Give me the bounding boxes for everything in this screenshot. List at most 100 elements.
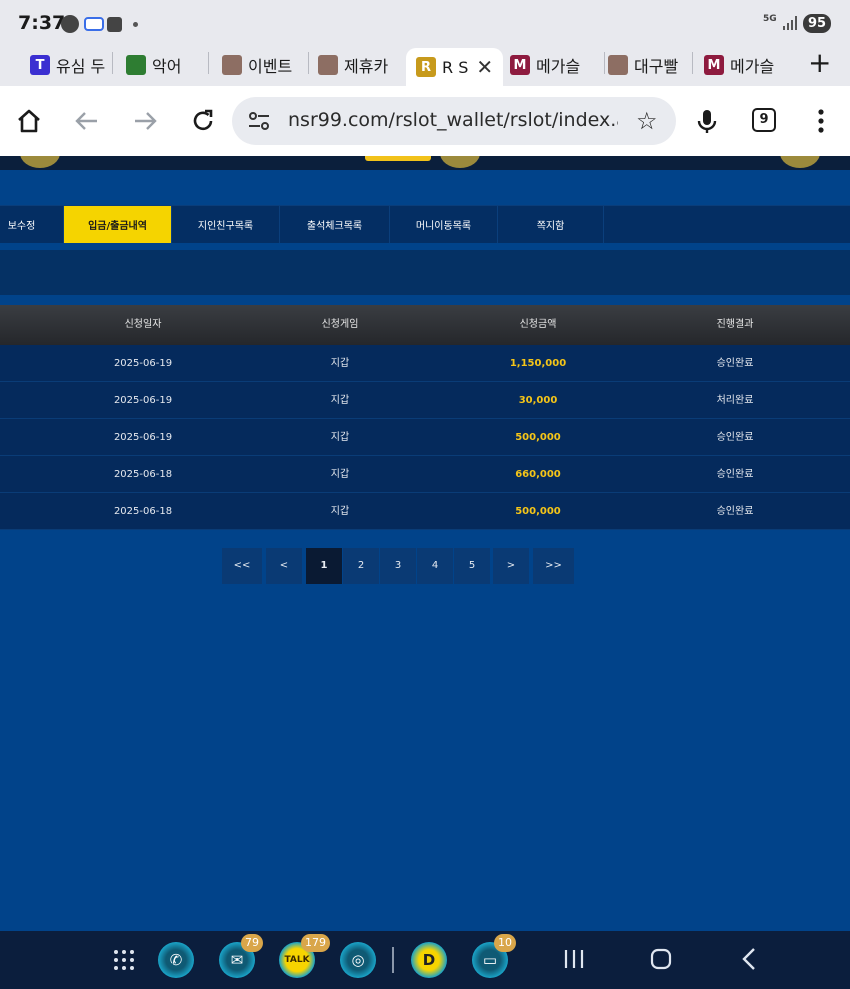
page-last-button[interactable]: >>: [533, 548, 574, 584]
browser-tab[interactable]: M 메가슬: [510, 48, 580, 82]
cell-amount: 30,000: [518, 395, 558, 406]
account-sub-navigation: 보수정 입금/출금내역 지인친구목록 출석체크목록 머니이동목록 쪽지함: [0, 205, 850, 243]
browser-tab[interactable]: M 메가슬: [704, 48, 774, 82]
microphone-icon[interactable]: [692, 106, 722, 136]
browser-tab[interactable]: 제휴카: [318, 48, 388, 82]
table-row: 2025-06-19 지갑 1,150,000 승인완료: [0, 345, 850, 382]
page-first-button[interactable]: <<: [222, 548, 262, 584]
cell-result: 승인완료: [716, 469, 754, 480]
page-button[interactable]: 5: [454, 548, 490, 584]
cell-date: 2025-06-19: [113, 395, 173, 406]
column-header-game: 신청게임: [321, 319, 359, 330]
cell-date: 2025-06-18: [113, 506, 173, 517]
page-button[interactable]: 4: [417, 548, 453, 584]
history-table: 신청일자 신청게임 신청금액 진행결과 2025-06-19 지갑 1,150,…: [0, 305, 850, 530]
home-icon[interactable]: [14, 106, 44, 136]
recent-apps-icon[interactable]: [559, 944, 589, 974]
table-header: 신청일자 신청게임 신청금액 진행결과: [0, 305, 850, 345]
cell-result: 승인완료: [716, 506, 754, 517]
tab-favicon-icon: [126, 55, 146, 75]
tab-favicon-icon: M: [510, 55, 530, 75]
chat-notification-icon: [61, 15, 79, 33]
battery-indicator: 95: [803, 14, 831, 33]
back-arrow-icon[interactable]: [72, 106, 102, 136]
nav-item-bonus[interactable]: 보수정: [0, 206, 64, 243]
tab-separator: [208, 52, 209, 74]
site-settings-icon[interactable]: [248, 111, 270, 131]
browser-tab-active[interactable]: R R S ✕: [406, 48, 504, 86]
forward-arrow-icon[interactable]: [130, 106, 160, 136]
kakaotalk-badge: 179: [301, 934, 330, 952]
tab-favicon-icon: [318, 55, 338, 75]
column-header-result: 진행결과: [716, 319, 754, 330]
tab-separator: [692, 52, 693, 74]
address-bar[interactable]: nsr99.com/rslot_wallet/rslot/index.as ☆: [232, 97, 676, 145]
table-row: 2025-06-18 지갑 500,000 승인완료: [0, 493, 850, 530]
cell-result: 승인완료: [716, 432, 754, 443]
messages-app-icon[interactable]: ✉ 79: [219, 934, 263, 978]
reload-icon[interactable]: [188, 106, 218, 136]
more-notifications-icon: [133, 22, 138, 27]
dock-separator: [392, 947, 394, 973]
apps-grid-icon[interactable]: [113, 949, 135, 971]
table-row: 2025-06-19 지갑 500,000 승인완료: [0, 419, 850, 456]
nav-item-message-box[interactable]: 쪽지함: [498, 206, 604, 243]
tab-switcher-button[interactable]: 9: [752, 108, 776, 132]
browser-tab[interactable]: 대구빨: [608, 48, 678, 82]
tab-separator: [604, 52, 605, 74]
tab-favicon-icon: M: [704, 55, 724, 75]
page-banner: [0, 156, 850, 170]
browser-app-icon[interactable]: ◎: [340, 942, 376, 978]
page-button[interactable]: 3: [380, 548, 416, 584]
more-menu-icon[interactable]: [808, 106, 834, 136]
status-bar: 7:37 5G 95: [0, 0, 850, 44]
tab-title: 대구빨: [634, 57, 679, 76]
cell-amount: 500,000: [515, 432, 561, 443]
page-button[interactable]: 2: [343, 548, 379, 584]
cell-game: 지갑: [330, 432, 350, 443]
tab-title: 악어: [152, 57, 182, 76]
table-row: 2025-06-19 지갑 30,000 처리완료: [0, 382, 850, 419]
nav-item-attendance-list[interactable]: 출석체크목록: [280, 206, 390, 243]
cell-game: 지갑: [330, 469, 350, 480]
page-next-button[interactable]: >: [493, 548, 529, 584]
d-app-icon[interactable]: D: [411, 942, 447, 978]
close-tab-icon[interactable]: ✕: [476, 55, 493, 79]
tab-title: R S: [442, 57, 469, 77]
phone-app-icon[interactable]: ✆: [158, 942, 194, 978]
cell-result: 처리완료: [716, 395, 754, 406]
page-prev-button[interactable]: <: [266, 548, 302, 584]
banner-coin-image: [20, 156, 60, 168]
status-time: 7:37: [18, 12, 66, 34]
page-button-current[interactable]: 1: [306, 548, 342, 584]
content-header-band: [0, 250, 850, 295]
banner-coin-image: [780, 156, 820, 168]
tab-title: 이벤트: [248, 57, 293, 76]
kakaotalk-app-icon[interactable]: TALK 179: [279, 934, 330, 978]
cell-amount: 500,000: [515, 506, 561, 517]
cell-date: 2025-06-19: [113, 358, 173, 369]
wallet-notification-icon: [84, 17, 104, 31]
tab-favicon-icon: R: [416, 57, 436, 77]
signal-icon: [783, 16, 797, 30]
back-button-icon[interactable]: [735, 944, 765, 974]
wallet-badge: 10: [494, 934, 516, 952]
cell-date: 2025-06-18: [113, 469, 173, 480]
home-button-icon[interactable]: [646, 944, 676, 974]
cell-date: 2025-06-19: [113, 432, 173, 443]
new-tab-button[interactable]: +: [808, 46, 831, 79]
nav-item-friend-list[interactable]: 지인친구목록: [172, 206, 280, 243]
nav-item-money-transfer-list[interactable]: 머니이동목록: [390, 206, 498, 243]
wallet-app-icon[interactable]: ▭ 10: [472, 934, 516, 978]
browser-tab[interactable]: 이벤트: [222, 48, 292, 82]
browser-tab[interactable]: T 유심 두: [30, 48, 105, 82]
tab-favicon-icon: T: [30, 55, 50, 75]
tab-title: 메가슬: [536, 57, 581, 76]
nav-item-deposit-withdraw-history[interactable]: 입금/출금내역: [64, 206, 172, 243]
bookmark-star-icon[interactable]: ☆: [636, 107, 658, 135]
url-text[interactable]: nsr99.com/rslot_wallet/rslot/index.as: [288, 109, 618, 131]
network-type: 5G: [763, 14, 777, 24]
cell-game: 지갑: [330, 506, 350, 517]
browser-tab[interactable]: 악어: [126, 48, 181, 82]
column-header-amount: 신청금액: [519, 319, 557, 330]
